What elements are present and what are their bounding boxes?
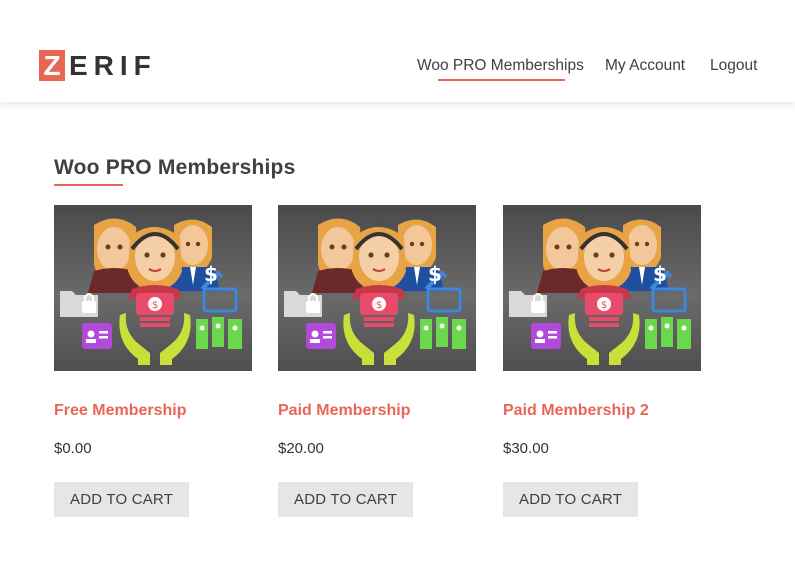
- product-card: Paid Membership 2 $30.00 ADD TO CART: [503, 205, 701, 517]
- nav-item-logout[interactable]: Logout: [710, 56, 757, 76]
- add-to-cart-button[interactable]: ADD TO CART: [503, 482, 639, 517]
- add-to-cart-button[interactable]: ADD TO CART: [54, 482, 190, 517]
- nav-item-woo-pro-memberships[interactable]: Woo PRO Memberships: [417, 56, 584, 76]
- product-image[interactable]: [54, 205, 252, 371]
- product-image[interactable]: [503, 205, 701, 371]
- product-title[interactable]: Free Membership: [54, 402, 186, 420]
- product-image[interactable]: [278, 205, 476, 371]
- product-price: $20.00: [278, 440, 324, 457]
- product-card: Free Membership $0.00 ADD TO CART: [54, 205, 252, 517]
- nav-item-my-account[interactable]: My Account: [605, 56, 685, 76]
- product-title[interactable]: Paid Membership 2: [503, 402, 649, 420]
- page-title: Woo PRO Memberships: [54, 156, 296, 179]
- title-underline: [54, 184, 123, 186]
- nav-active-indicator: [438, 79, 565, 81]
- product-card: Paid Membership $20.00 ADD TO CART: [278, 205, 476, 517]
- main-nav: Woo PRO Memberships My Account Logout: [0, 56, 795, 78]
- product-price: $0.00: [54, 440, 92, 457]
- product-price: $30.00: [503, 440, 549, 457]
- product-title[interactable]: Paid Membership: [278, 402, 410, 420]
- site-header: Z ERIF: [0, 0, 795, 102]
- add-to-cart-button[interactable]: ADD TO CART: [278, 482, 414, 517]
